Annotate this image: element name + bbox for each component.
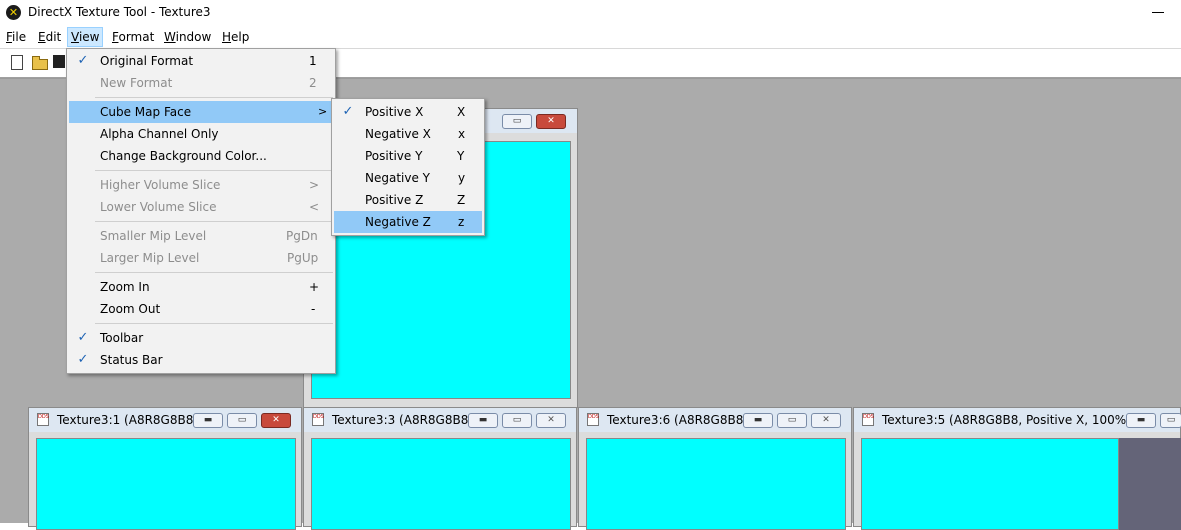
window-title: DirectX Texture Tool - Texture3 [28, 5, 211, 19]
menu-item-positive-z[interactable]: Positive Z Z [334, 189, 482, 211]
minimize-button[interactable]: ▬ [193, 413, 223, 428]
menu-item-zoom-in[interactable]: Zoom In + [69, 276, 333, 298]
menu-help[interactable]: Help [219, 28, 252, 46]
directx-app-icon[interactable]: ✕ [6, 5, 21, 20]
menu-edit[interactable]: Edit [35, 28, 64, 46]
save-icon[interactable] [53, 55, 65, 68]
checkmark-icon: ✓ [77, 330, 89, 345]
texture-background [1119, 438, 1181, 530]
menu-item-smaller-mip-level[interactable]: Smaller Mip Level PgDn [69, 225, 333, 247]
texture-window-3-title: Texture3:3 (A8R8G8B8... [332, 413, 480, 427]
menu-item-positive-y[interactable]: Positive Y Y [334, 145, 482, 167]
texture-window-5[interactable]: DDS Texture3:5 (A8R8G8B8, Positive X, 10… [853, 407, 1181, 530]
checkmark-icon: ✓ [77, 352, 89, 367]
minimize-button[interactable]: ▬ [743, 413, 773, 428]
title-bar: ✕ DirectX Texture Tool - Texture3 [0, 0, 1181, 26]
menu-item-zoom-out[interactable]: Zoom Out - [69, 298, 333, 320]
texture-window-5-title: Texture3:5 (A8R8G8B8, Positive X, 100%) [882, 413, 1131, 427]
menu-separator [95, 272, 333, 273]
minimize-icon[interactable] [1152, 12, 1164, 13]
menu-separator [95, 97, 333, 98]
menu-item-cube-map-face[interactable]: Cube Map Face > [69, 101, 333, 123]
menu-separator [95, 323, 333, 324]
minimize-button[interactable]: ▬ [1126, 413, 1156, 428]
menu-item-higher-volume-slice[interactable]: Higher Volume Slice > [69, 174, 333, 196]
dds-file-icon: DDS [862, 413, 874, 426]
checkmark-icon: ✓ [342, 104, 354, 119]
restore-button[interactable]: ▭ [502, 413, 532, 428]
view-menu-dropdown: ✓ Original Format 1 New Format 2 Cube Ma… [66, 48, 336, 374]
menu-separator [95, 170, 333, 171]
restore-button[interactable]: ▭ [777, 413, 807, 428]
close-button[interactable]: ✕ [536, 114, 566, 129]
submenu-arrow-icon: > [318, 105, 328, 118]
menu-item-positive-x[interactable]: ✓ Positive X X [334, 101, 482, 123]
open-folder-icon[interactable] [31, 54, 48, 70]
restore-button[interactable]: ▭ [227, 413, 257, 428]
texture-canvas [311, 438, 571, 530]
menu-file[interactable]: File [3, 28, 29, 46]
close-button[interactable]: ✕ [536, 413, 566, 428]
texture-canvas [36, 438, 296, 530]
texture-window-6[interactable]: DDS Texture3:6 (A8R8G8B8... ▬ ▭ ✕ [578, 407, 852, 530]
menu-item-negative-z[interactable]: Negative Z z [334, 211, 482, 233]
menu-separator [95, 221, 333, 222]
texture-canvas [861, 438, 1119, 530]
close-button[interactable]: ✕ [811, 413, 841, 428]
dds-file-icon: DDS [587, 413, 599, 426]
dds-file-icon: DDS [37, 413, 49, 426]
dds-file-icon: DDS [312, 413, 324, 426]
menu-item-toolbar[interactable]: ✓ Toolbar [69, 327, 333, 349]
checkmark-icon: ✓ [77, 53, 89, 68]
menu-item-original-format[interactable]: ✓ Original Format 1 [69, 50, 333, 72]
menu-bar: File Edit View Format Window Help [0, 26, 1181, 49]
menu-item-alpha-channel-only[interactable]: Alpha Channel Only [69, 123, 333, 145]
menu-item-status-bar[interactable]: ✓ Status Bar [69, 349, 333, 371]
texture-window-3[interactable]: DDS Texture3:3 (A8R8G8B8... ▬ ▭ ✕ [303, 407, 577, 530]
menu-item-negative-x[interactable]: Negative X x [334, 123, 482, 145]
texture-window-6-title: Texture3:6 (A8R8G8B8... [607, 413, 755, 427]
minimize-button[interactable]: ▬ [468, 413, 498, 428]
menu-format[interactable]: Format [109, 28, 157, 46]
restore-button[interactable]: ▭ [502, 114, 532, 129]
new-file-icon[interactable] [11, 55, 23, 70]
menu-item-larger-mip-level[interactable]: Larger Mip Level PgUp [69, 247, 333, 269]
menu-window[interactable]: Window [161, 28, 214, 46]
close-button[interactable]: ✕ [261, 413, 291, 428]
menu-item-negative-y[interactable]: Negative Y y [334, 167, 482, 189]
menu-item-new-format[interactable]: New Format 2 [69, 72, 333, 94]
restore-button[interactable]: ▭ [1160, 413, 1181, 428]
menu-item-change-background-color[interactable]: Change Background Color... [69, 145, 333, 167]
menu-item-lower-volume-slice[interactable]: Lower Volume Slice < [69, 196, 333, 218]
cube-map-face-submenu: ✓ Positive X X Negative X x Positive Y Y… [331, 98, 485, 236]
texture-canvas [586, 438, 846, 530]
texture-window-1-title: Texture3:1 (A8R8G8B8... [57, 413, 205, 427]
texture-window-1[interactable]: DDS Texture3:1 (A8R8G8B8... ▬ ▭ ✕ [28, 407, 302, 530]
menu-view[interactable]: View [67, 27, 104, 47]
